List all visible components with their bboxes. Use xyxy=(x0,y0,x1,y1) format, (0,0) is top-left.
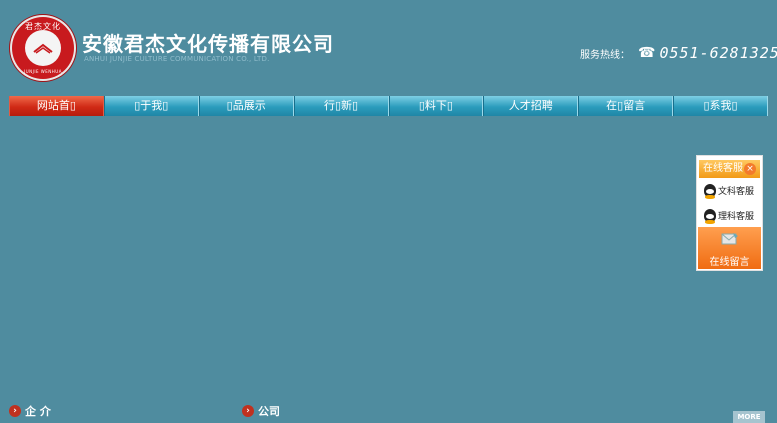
qq-icon xyxy=(704,208,716,224)
service-item-arts[interactable]: 文科客服 xyxy=(704,182,762,199)
service-item-science[interactable]: 理科客服 xyxy=(704,207,762,224)
online-message-label: 在线留言 xyxy=(709,257,750,268)
more-button[interactable]: MORE xyxy=(733,411,765,423)
main-nav: 网站首▯ ▯于我▯ ▯品展示 行▯新▯ ▯料下▯ 人才招聘 在▯留言 ▯系我▯ xyxy=(9,96,768,116)
company-logo[interactable]: 君杰文化 JUNJIE WENHUA xyxy=(12,17,74,79)
service-item-label: 文科客服 xyxy=(718,186,755,197)
book-icon xyxy=(33,43,53,54)
hotline-label: 服务热线： xyxy=(580,49,630,61)
arrow-right-icon: › xyxy=(242,405,254,417)
section-title-left: 企 介 xyxy=(25,405,51,418)
online-service-header: 在线客服 × xyxy=(699,160,760,178)
online-message-button[interactable]: 在线留言 xyxy=(698,227,761,269)
qq-icon xyxy=(704,183,716,199)
online-service-title: 在线客服 xyxy=(703,163,743,174)
nav-item-home[interactable]: 网站首▯ xyxy=(9,96,104,116)
envelope-icon xyxy=(721,233,738,245)
nav-item-careers[interactable]: 人才招聘 xyxy=(483,96,579,116)
section-company-intro[interactable]: › 企 介 xyxy=(9,403,51,419)
site-header: 君杰文化 JUNJIE WENHUA 安徽君杰文化传播有限公司 ANHUI JU… xyxy=(0,0,777,96)
phone-icon: ☎ xyxy=(638,45,656,61)
nav-item-contact[interactable]: ▯系我▯ xyxy=(673,96,768,116)
nav-item-news[interactable]: 行▯新▯ xyxy=(293,96,389,116)
nav-item-downloads[interactable]: ▯料下▯ xyxy=(388,96,484,116)
close-icon[interactable]: × xyxy=(744,163,756,175)
section-title-right: 公司 xyxy=(258,405,280,418)
arrow-right-icon: › xyxy=(9,405,21,417)
nav-item-about[interactable]: ▯于我▯ xyxy=(103,96,199,116)
hotline: 服务热线： ☎ 0551-62813258 xyxy=(580,44,777,62)
company-name-cn: 安徽君杰文化传播有限公司 xyxy=(82,32,334,56)
service-item-label: 理科客服 xyxy=(718,211,755,222)
logo-bottom-text: JUNJIE WENHUA xyxy=(24,69,62,74)
nav-item-products[interactable]: ▯品展示 xyxy=(198,96,294,116)
online-service-panel: 在线客服 × 文科客服 理科客服 在线留言 xyxy=(696,155,763,271)
nav-item-guestbook[interactable]: 在▯留言 xyxy=(578,96,674,116)
section-company-news[interactable]: › 公司 xyxy=(242,403,280,419)
company-name-en: ANHUI JUNJIE CULTURE COMMUNICATION CO., … xyxy=(84,55,270,63)
hotline-number: 0551-62813258 xyxy=(659,44,777,62)
logo-emblem xyxy=(25,30,61,66)
